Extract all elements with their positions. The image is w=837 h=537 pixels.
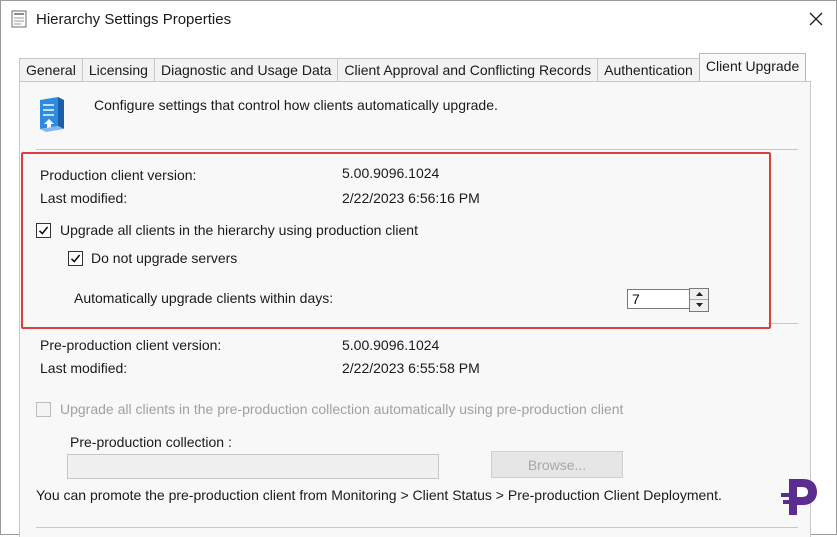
site-logo: [779, 475, 823, 519]
header-divider: [36, 149, 798, 150]
tab-authentication[interactable]: Authentication: [597, 58, 700, 81]
browse-button[interactable]: Browse...: [491, 451, 623, 478]
page-description: Configure settings that control how clie…: [94, 97, 498, 113]
preproduction-modified-value: 2/22/2023 6:55:58 PM: [342, 360, 480, 376]
promotion-note: You can promote the pre-production clien…: [36, 487, 722, 503]
close-button[interactable]: [804, 7, 828, 31]
preproduction-modified-label: Last modified:: [40, 360, 128, 376]
highlight-box: [21, 152, 771, 329]
preproduction-collection-field[interactable]: [67, 454, 439, 479]
properties-dialog: Hierarchy Settings Properties General Li…: [0, 0, 837, 537]
section-divider: [768, 323, 798, 324]
preproduction-version-value: 5.00.9096.1024: [342, 337, 440, 353]
tab-client-approval[interactable]: Client Approval and Conflicting Records: [337, 58, 599, 81]
window-title: Hierarchy Settings Properties: [36, 11, 232, 28]
preproduction-version-label: Pre-production client version:: [40, 337, 222, 353]
close-icon: [809, 12, 823, 26]
tab-strip: General Licensing Diagnostic and Usage D…: [19, 53, 807, 81]
title-bar: Hierarchy Settings Properties: [1, 1, 836, 39]
preproduction-upgrade-label[interactable]: Upgrade all clients in the pre-productio…: [60, 401, 623, 417]
tab-client-upgrade[interactable]: Client Upgrade: [698, 53, 807, 81]
bottom-divider: [36, 527, 798, 528]
preproduction-collection-label: Pre-production collection :: [70, 434, 232, 450]
properties-icon: [11, 10, 27, 28]
client-upgrade-icon: [36, 96, 68, 136]
tab-general[interactable]: General: [19, 58, 83, 81]
tab-licensing[interactable]: Licensing: [81, 58, 155, 81]
tab-diagnostic-usage-data[interactable]: Diagnostic and Usage Data: [153, 58, 339, 81]
preproduction-upgrade-checkbox[interactable]: [36, 402, 51, 417]
